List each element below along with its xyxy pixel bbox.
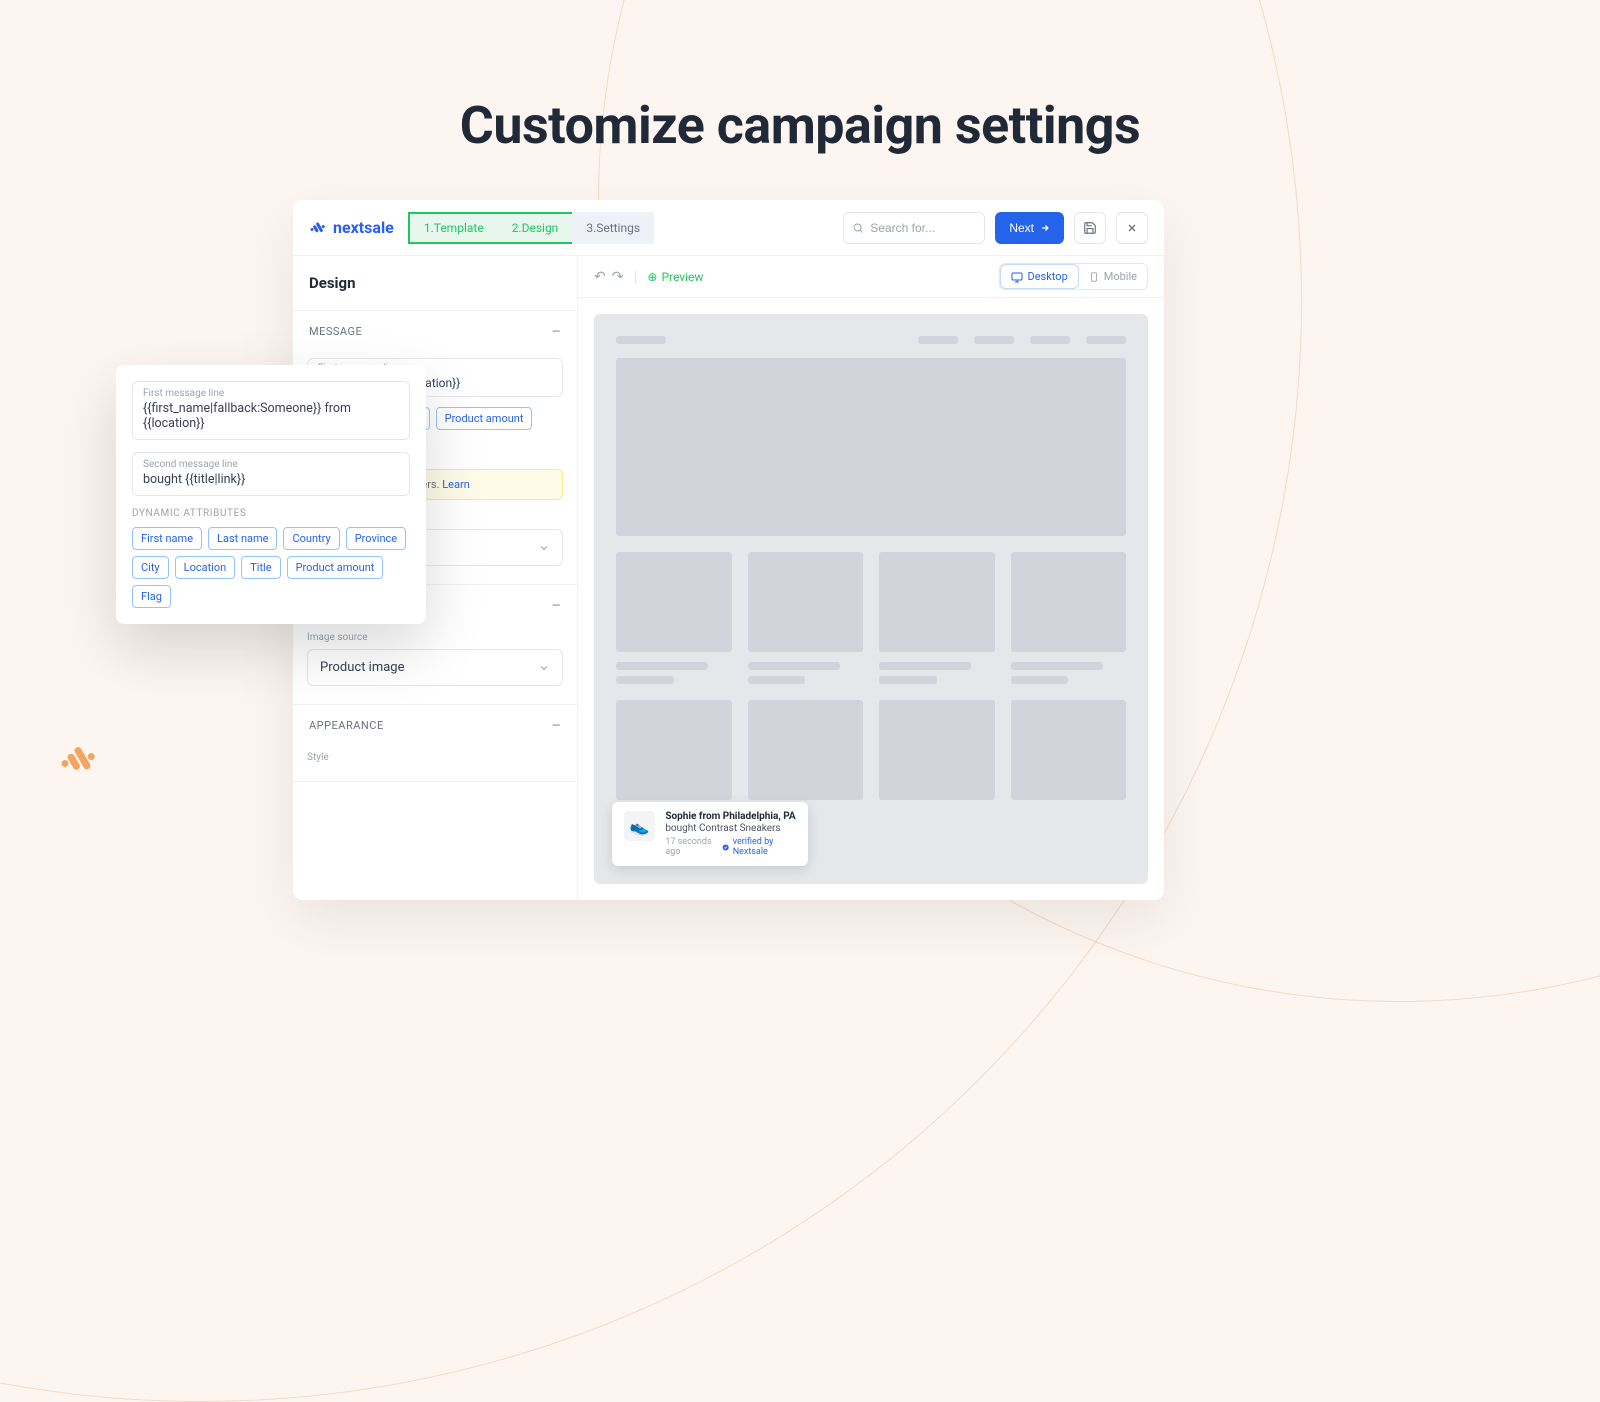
message-section-header[interactable]: MESSAGE —: [293, 311, 577, 352]
preview-canvas: 👟 Sophie from Philadelphia, PA bought Co…: [578, 298, 1164, 900]
popover-second-value: bought {{title|link}}: [143, 472, 399, 487]
style-label: Style: [307, 752, 563, 763]
notification-verified: verified by Nextsale: [722, 837, 796, 857]
app-header: nextsale 1.Template 2.Design 3.Settings …: [293, 200, 1164, 256]
collapse-icon: —: [552, 325, 561, 338]
chip-flag[interactable]: Flag: [132, 585, 171, 608]
mobile-toggle[interactable]: Mobile: [1079, 264, 1147, 289]
wizard-step-template[interactable]: 1.Template: [408, 212, 498, 244]
wizard-step-settings[interactable]: 3.Settings: [572, 212, 654, 244]
chip-province[interactable]: Province: [346, 527, 406, 550]
chip-first-name[interactable]: First name: [132, 527, 202, 550]
message-section-title: MESSAGE: [309, 325, 362, 338]
image-source-value: Product image: [320, 660, 405, 675]
preview-link[interactable]: ⊕ Preview: [647, 270, 703, 284]
popover-first-line-field[interactable]: First message line {{first_name|fallback…: [132, 381, 410, 440]
desktop-toggle[interactable]: Desktop: [1000, 264, 1079, 289]
save-icon: [1083, 221, 1097, 235]
collapse-icon: —: [552, 719, 561, 732]
hero-title: Customize campaign settings: [0, 95, 1600, 156]
notification-popup[interactable]: 👟 Sophie from Philadelphia, PA bought Co…: [612, 802, 808, 866]
notification-product-image: 👟: [624, 811, 655, 841]
popover-attrs-label: DYNAMIC ATTRIBUTES: [132, 508, 410, 519]
chip-city[interactable]: City: [132, 556, 169, 579]
wizard-steps: 1.Template 2.Design 3.Settings: [408, 212, 654, 244]
save-button[interactable]: [1074, 212, 1106, 244]
panel-title: Design: [293, 256, 577, 311]
chip-country[interactable]: Country: [283, 527, 339, 550]
preview-panel: ↶ ↷ | ⊕ Preview Desktop: [578, 256, 1164, 900]
appearance-section-title: APPEARANCE: [309, 719, 384, 732]
notification-title: Sophie from Philadelphia, PA: [665, 811, 796, 822]
redo-button[interactable]: ↷: [612, 269, 624, 285]
popover-second-line-field[interactable]: Second message line bought {{title|link}…: [132, 452, 410, 496]
popover-first-label: First message line: [143, 388, 399, 399]
search-input-wrapper[interactable]: [843, 212, 985, 244]
next-button[interactable]: Next: [995, 212, 1064, 244]
search-input[interactable]: [870, 221, 976, 235]
image-source-select[interactable]: Product image: [307, 649, 563, 686]
chevron-down-icon: [538, 542, 550, 554]
mock-page: 👟 Sophie from Philadelphia, PA bought Co…: [594, 314, 1148, 884]
chip-last-name[interactable]: Last name: [208, 527, 277, 550]
mobile-label: Mobile: [1104, 270, 1137, 283]
arrow-right-icon: [1040, 223, 1050, 233]
close-icon: [1126, 222, 1138, 234]
chip-product-amount[interactable]: Product amount: [436, 407, 533, 430]
collapse-icon: —: [552, 599, 561, 612]
learn-link[interactable]: Learn: [442, 478, 470, 491]
preview-label: Preview: [661, 270, 703, 284]
chip-product-amount[interactable]: Product amount: [287, 556, 384, 579]
notification-time: 17 seconds ago: [665, 837, 717, 857]
appearance-section-header[interactable]: APPEARANCE —: [293, 705, 577, 746]
image-source-label: Image source: [307, 632, 563, 643]
mobile-icon: [1089, 271, 1099, 283]
undo-button[interactable]: ↶: [594, 269, 606, 285]
close-button[interactable]: [1116, 212, 1148, 244]
chip-title[interactable]: Title: [241, 556, 280, 579]
popover-first-value: {{first_name|fallback:Someone}} from {{l…: [143, 401, 399, 431]
notification-subtitle: bought Contrast Sneakers: [665, 823, 796, 834]
wizard-step-design[interactable]: 2.Design: [498, 212, 573, 244]
device-toggle: Desktop Mobile: [999, 263, 1149, 290]
brand[interactable]: nextsale: [309, 218, 394, 237]
next-button-label: Next: [1009, 221, 1034, 235]
search-icon: [852, 221, 864, 235]
brand-mark-decoration: [58, 739, 100, 785]
preview-toolbar: ↶ ↷ | ⊕ Preview Desktop: [578, 256, 1164, 298]
chevron-down-icon: [538, 662, 550, 674]
brand-name: nextsale: [333, 218, 394, 237]
desktop-icon: [1011, 271, 1023, 283]
appearance-section: APPEARANCE — Style: [293, 705, 577, 782]
brand-logo-icon: [309, 219, 327, 237]
popover-second-label: Second message line: [143, 459, 399, 470]
popover-chips: First name Last name Country Province Ci…: [132, 527, 410, 608]
verified-icon: [722, 843, 729, 852]
desktop-label: Desktop: [1028, 270, 1068, 283]
chip-location[interactable]: Location: [175, 556, 236, 579]
message-editor-popover: First message line {{first_name|fallback…: [116, 365, 426, 624]
